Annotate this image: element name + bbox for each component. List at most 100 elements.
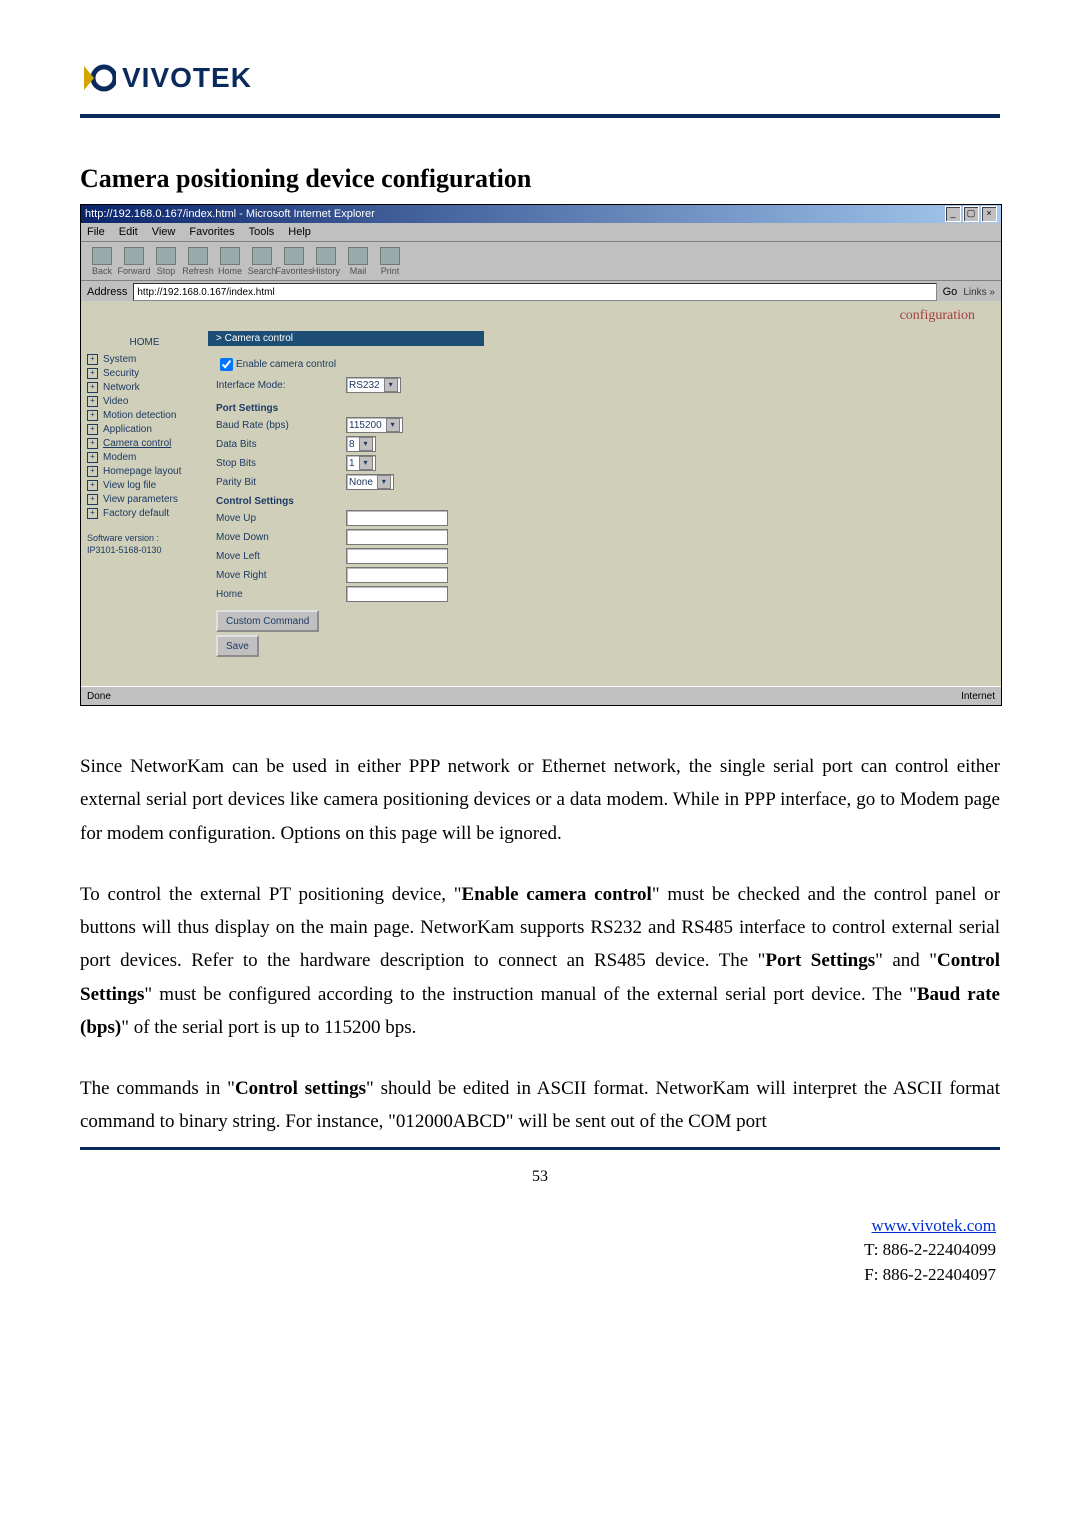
go-button[interactable]: Go [943, 286, 958, 298]
expand-icon: + [87, 508, 98, 519]
expand-icon: + [87, 452, 98, 463]
chevron-down-icon: ▾ [359, 456, 373, 470]
port-heading: Port Settings [216, 403, 278, 414]
refresh-button[interactable]: Refresh [183, 247, 213, 276]
ie-window: http://192.168.0.167/index.html - Micros… [80, 204, 1002, 706]
sidebar-item-homepage[interactable]: +Homepage layout [87, 466, 202, 477]
parity-label: Parity Bit [216, 477, 346, 488]
status-bar: Done Internet [81, 686, 1001, 705]
forward-button[interactable]: Forward [119, 247, 149, 276]
expand-icon: + [87, 410, 98, 421]
config-sidebar: HOME +System +Security +Network +Video +… [81, 331, 208, 687]
back-icon [92, 247, 112, 265]
stop-select[interactable]: 1▾ [346, 455, 376, 471]
config-header: configuration [81, 301, 1001, 331]
paragraph-2: To control the external PT positioning d… [80, 878, 1000, 1044]
sidebar-item-modem[interactable]: +Modem [87, 452, 202, 463]
enable-checkbox[interactable] [220, 358, 233, 371]
sidebar-item-viewparams[interactable]: +View parameters [87, 494, 202, 505]
movedown-label: Move Down [216, 532, 346, 543]
moveleft-input[interactable] [346, 548, 448, 564]
sidebar-item-application[interactable]: +Application [87, 424, 202, 435]
moveright-input[interactable] [346, 567, 448, 583]
config-panel: > Camera control Enable camera control I… [208, 331, 1001, 687]
movedown-input[interactable] [346, 529, 448, 545]
menu-favorites[interactable]: Favorites [189, 226, 234, 238]
sidebar-item-motion[interactable]: +Motion detection [87, 410, 202, 421]
status-right: Internet [961, 691, 995, 702]
sidebar-item-video[interactable]: +Video [87, 396, 202, 407]
search-button[interactable]: Search [247, 247, 277, 276]
expand-icon: + [87, 396, 98, 407]
expand-icon: + [87, 424, 98, 435]
menu-help[interactable]: Help [288, 226, 311, 238]
moveright-label: Move Right [216, 570, 346, 581]
moveup-label: Move Up [216, 513, 346, 524]
logo-text: VIVOTEK [122, 62, 252, 94]
chevron-down-icon: ▾ [359, 437, 373, 451]
menu-file[interactable]: File [87, 226, 105, 238]
history-icon [316, 247, 336, 265]
page-content: configuration HOME +System +Security +Ne… [81, 301, 1001, 687]
refresh-icon [188, 247, 208, 265]
address-label: Address [87, 286, 127, 298]
baud-label: Baud Rate (bps) [216, 420, 346, 431]
menu-bar: File Edit View Favorites Tools Help [81, 223, 1001, 242]
expand-icon: + [87, 438, 98, 449]
print-button[interactable]: Print [375, 247, 405, 276]
paragraph-1: Since NetworKam can be used in either PP… [80, 750, 1000, 850]
logo-icon [80, 60, 116, 96]
chevron-down-icon: ▾ [377, 475, 391, 489]
moveup-input[interactable] [346, 510, 448, 526]
sidebar-item-security[interactable]: +Security [87, 368, 202, 379]
expand-icon: + [87, 466, 98, 477]
maximize-button[interactable]: ▢ [963, 206, 979, 222]
home-button[interactable]: Home [215, 247, 245, 276]
page-number: 53 [80, 1168, 1000, 1186]
stop-label: Stop Bits [216, 458, 346, 469]
history-button[interactable]: History [311, 247, 341, 276]
sidebar-item-network[interactable]: +Network [87, 382, 202, 393]
status-left: Done [87, 691, 111, 702]
chevron-down-icon: ▾ [384, 378, 398, 392]
custom-command-button[interactable]: Custom Command [216, 610, 319, 632]
sidebar-item-viewlog[interactable]: +View log file [87, 480, 202, 491]
expand-icon: + [87, 480, 98, 491]
menu-view[interactable]: View [152, 226, 176, 238]
menu-edit[interactable]: Edit [119, 226, 138, 238]
stop-button[interactable]: Stop [151, 247, 181, 276]
header-rule [80, 114, 1000, 118]
data-select[interactable]: 8▾ [346, 436, 376, 452]
toolbar: Back Forward Stop Refresh Home Search Fa… [81, 242, 1001, 281]
print-icon [380, 247, 400, 265]
moveleft-label: Move Left [216, 551, 346, 562]
homecmd-input[interactable] [346, 586, 448, 602]
sidebar-item-camera-control[interactable]: +Camera control [87, 438, 202, 449]
search-icon [252, 247, 272, 265]
body-text: Since NetworKam can be used in either PP… [80, 750, 1000, 1139]
favorites-button[interactable]: Favorites [279, 247, 309, 276]
footer-link[interactable]: www.vivotek.com [872, 1216, 997, 1235]
footer-fax: F: 886-2-22404097 [864, 1265, 996, 1284]
address-field[interactable]: http://192.168.0.167/index.html [133, 283, 936, 301]
expand-icon: + [87, 368, 98, 379]
save-button[interactable]: Save [216, 635, 259, 657]
sidebar-home[interactable]: HOME [87, 337, 202, 348]
back-button[interactable]: Back [87, 247, 117, 276]
iface-select[interactable]: RS232▾ [346, 377, 401, 393]
mail-button[interactable]: Mail [343, 247, 373, 276]
close-button[interactable]: × [981, 206, 997, 222]
minimize-button[interactable]: _ [945, 206, 961, 222]
sidebar-item-system[interactable]: +System [87, 354, 202, 365]
parity-select[interactable]: None▾ [346, 474, 394, 490]
menu-tools[interactable]: Tools [249, 226, 275, 238]
chevron-down-icon: ▾ [386, 418, 400, 432]
links-button[interactable]: Links » [963, 287, 995, 298]
expand-icon: + [87, 382, 98, 393]
forward-icon [124, 247, 144, 265]
homecmd-label: Home [216, 589, 346, 600]
footer-tel: T: 886-2-22404099 [864, 1240, 996, 1259]
window-titlebar: http://192.168.0.167/index.html - Micros… [81, 205, 1001, 223]
baud-select[interactable]: 115200▾ [346, 417, 403, 433]
sidebar-item-factory[interactable]: +Factory default [87, 508, 202, 519]
